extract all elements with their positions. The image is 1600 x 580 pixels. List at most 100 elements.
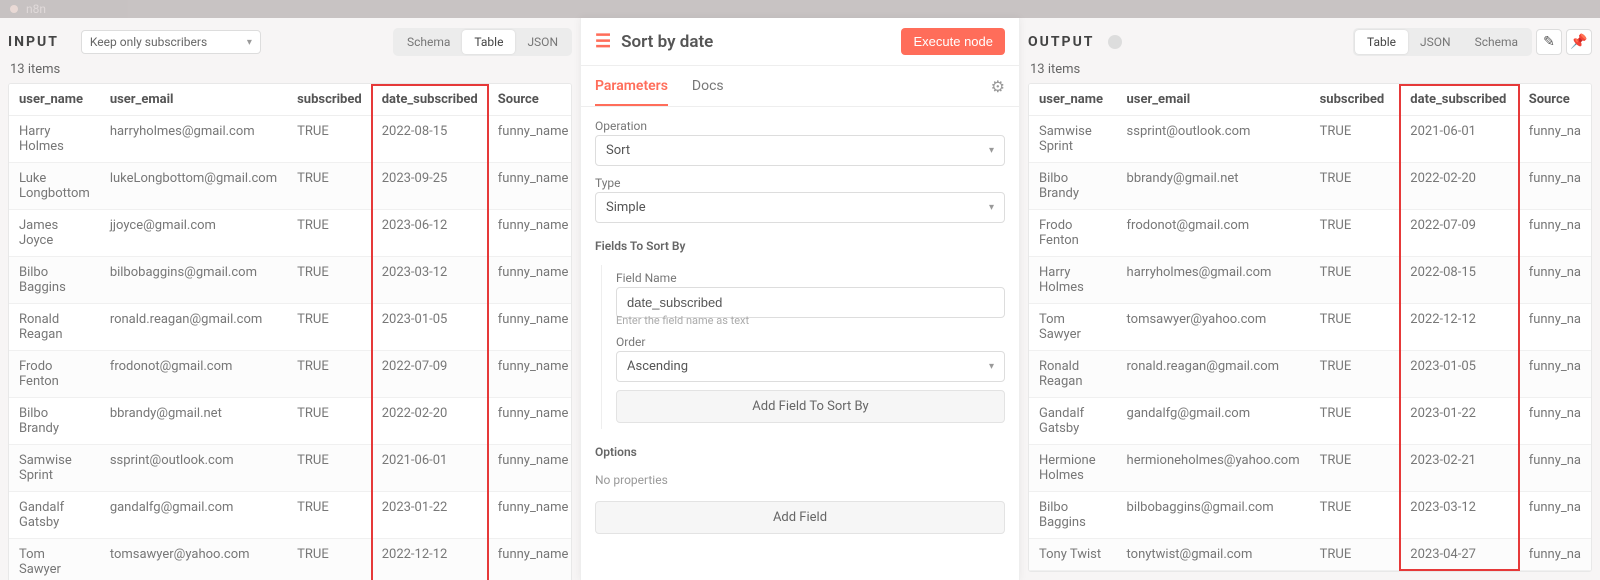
add-field-to-sort-button[interactable]: Add Field To Sort By [616, 390, 1005, 423]
cell: TRUE [1310, 492, 1401, 539]
col-header-user_email[interactable]: user_email [1117, 84, 1310, 116]
cell: funny_name [488, 163, 572, 210]
col-header-subscribed[interactable]: subscribed [1310, 84, 1401, 116]
table-row[interactable]: Tom Sawyertomsawyer@yahoo.comTRUE2022-12… [9, 539, 572, 580]
cell: gandalfg@gmail.com [1117, 398, 1310, 445]
output-table: user_nameuser_emailsubscribeddate_subscr… [1029, 84, 1591, 571]
table-row[interactable]: Tom Sawyertomsawyer@yahoo.comTRUE2022-12… [1029, 304, 1591, 351]
col-header-user_name[interactable]: user_name [9, 84, 100, 116]
cell: TRUE [287, 257, 372, 304]
cell: funny_na [1519, 304, 1591, 351]
operation-select[interactable]: Sort ▾ [595, 135, 1005, 166]
execute-node-button[interactable]: Execute node [901, 28, 1005, 55]
node-title: Sort by date [621, 32, 713, 52]
type-label: Type [595, 176, 1005, 190]
table-row[interactable]: Ronald Reaganronald.reagan@gmail.comTRUE… [9, 304, 572, 351]
tab-docs[interactable]: Docs [692, 66, 724, 106]
cell: Bilbo Brandy [1029, 163, 1117, 210]
options-heading: Options [595, 445, 1005, 459]
edit-icon[interactable]: ✎ [1536, 29, 1562, 55]
cell: 2023-01-22 [1400, 398, 1518, 445]
cell: 2023-09-25 [372, 163, 488, 210]
operation-value: Sort [606, 143, 630, 158]
cell: 2021-06-01 [1400, 116, 1518, 163]
order-value: Ascending [627, 359, 688, 374]
table-row[interactable]: Gandalf Gatsbygandalfg@gmail.comTRUE2023… [1029, 398, 1591, 445]
tab-parameters[interactable]: Parameters [595, 66, 668, 106]
pin-icon[interactable]: 📌 [1566, 29, 1592, 55]
cell: tomsawyer@yahoo.com [1117, 304, 1310, 351]
type-select[interactable]: Simple ▾ [595, 192, 1005, 223]
cell: 2023-01-05 [1400, 351, 1518, 398]
view-toggle-table[interactable]: Table [462, 30, 515, 54]
cell: lukeLongbottom@gmail.com [100, 163, 287, 210]
cell: frodonot@gmail.com [100, 351, 287, 398]
cell: funny_name [488, 257, 572, 304]
cell: ssprint@outlook.com [1117, 116, 1310, 163]
table-row[interactable]: Bilbo Brandybbrandy@gmail.netTRUE2022-02… [1029, 163, 1591, 210]
cell: funny_name [488, 116, 572, 163]
cell: 2022-08-15 [372, 116, 488, 163]
table-row[interactable]: Luke LongbottomlukeLongbottom@gmail.comT… [9, 163, 572, 210]
info-icon[interactable] [1108, 35, 1122, 49]
cell: bbrandy@gmail.net [1117, 163, 1310, 210]
table-row[interactable]: Gandalf Gatsbygandalfg@gmail.comTRUE2023… [9, 492, 572, 539]
col-header-Source[interactable]: Source [1519, 84, 1591, 116]
output-view-toggle[interactable]: TableJSONSchema [1353, 28, 1532, 56]
cell: frodonot@gmail.com [1117, 210, 1310, 257]
input-view-toggle[interactable]: SchemaTableJSON [393, 28, 572, 56]
field-name-text[interactable] [627, 295, 994, 310]
table-row[interactable]: Samwise Sprintssprint@outlook.comTRUE202… [1029, 116, 1591, 163]
col-header-user_email[interactable]: user_email [100, 84, 287, 116]
cell: funny_name [488, 351, 572, 398]
node-tabs: Parameters Docs [595, 66, 724, 106]
cell: bilbobaggins@gmail.com [1117, 492, 1310, 539]
cell: TRUE [287, 163, 372, 210]
col-header-subscribed[interactable]: subscribed [287, 84, 372, 116]
app-brand-dot-icon [10, 5, 18, 13]
field-name-hint: Enter the field name as text [616, 314, 1005, 327]
view-toggle-json[interactable]: JSON [1408, 30, 1463, 54]
cell: funny_na [1519, 116, 1591, 163]
cell: 2022-07-09 [1400, 210, 1518, 257]
field-name-label: Field Name [616, 271, 1005, 285]
table-row[interactable]: Hermione Holmeshermioneholmes@yahoo.comT… [1029, 445, 1591, 492]
table-row[interactable]: Bilbo Bagginsbilbobaggins@gmail.comTRUE2… [1029, 492, 1591, 539]
input-source-selector[interactable]: Keep only subscribers ▾ [81, 30, 261, 54]
col-header-date_subscribed[interactable]: date_subscribed [1400, 84, 1518, 116]
cell: Luke Longbottom [9, 163, 100, 210]
col-header-user_name[interactable]: user_name [1029, 84, 1117, 116]
input-title: INPUT [8, 34, 59, 50]
chevron-down-icon: ▾ [247, 37, 252, 48]
cell: funny_na [1519, 492, 1591, 539]
table-row[interactable]: Frodo Fentonfrodonot@gmail.comTRUE2022-0… [1029, 210, 1591, 257]
table-row[interactable]: James Joycejjoyce@gmail.comTRUE2023-06-1… [9, 210, 572, 257]
view-toggle-schema[interactable]: Schema [395, 30, 462, 54]
cell: Tom Sawyer [1029, 304, 1117, 351]
table-row[interactable]: Ronald Reaganronald.reagan@gmail.comTRUE… [1029, 351, 1591, 398]
cell: funny_na [1519, 398, 1591, 445]
cell: funny_na [1519, 163, 1591, 210]
cell: 2023-06-12 [372, 210, 488, 257]
cell: Samwise Sprint [9, 445, 100, 492]
table-row[interactable]: Frodo Fentonfrodonot@gmail.comTRUE2022-0… [9, 351, 572, 398]
options-empty-text: No properties [595, 473, 1005, 487]
table-row[interactable]: Tony Twisttonytwist@gmail.comTRUE2023-04… [1029, 539, 1591, 571]
col-header-date_subscribed[interactable]: date_subscribed [372, 84, 488, 116]
view-toggle-schema[interactable]: Schema [1463, 30, 1530, 54]
view-toggle-table[interactable]: Table [1355, 30, 1408, 54]
table-row[interactable]: Bilbo Brandybbrandy@gmail.netTRUE2022-02… [9, 398, 572, 445]
table-row[interactable]: Bilbo Bagginsbilbobaggins@gmail.comTRUE2… [9, 257, 572, 304]
cell: 2023-03-12 [1400, 492, 1518, 539]
table-row[interactable]: Harry Holmesharryholmes@gmail.comTRUE202… [1029, 257, 1591, 304]
app-title: n8n [26, 2, 46, 16]
add-option-field-button[interactable]: Add Field [595, 501, 1005, 534]
order-label: Order [616, 335, 1005, 349]
fields-to-sort-label: Fields To Sort By [595, 239, 1005, 253]
gear-icon[interactable]: ⚙ [991, 77, 1005, 96]
table-row[interactable]: Samwise Sprintssprint@outlook.comTRUE202… [9, 445, 572, 492]
order-select[interactable]: Ascending ▾ [616, 351, 1005, 382]
view-toggle-json[interactable]: JSON [515, 30, 570, 54]
table-row[interactable]: Harry Holmesharryholmes@gmail.comTRUE202… [9, 116, 572, 163]
col-header-Source[interactable]: Source [488, 84, 572, 116]
